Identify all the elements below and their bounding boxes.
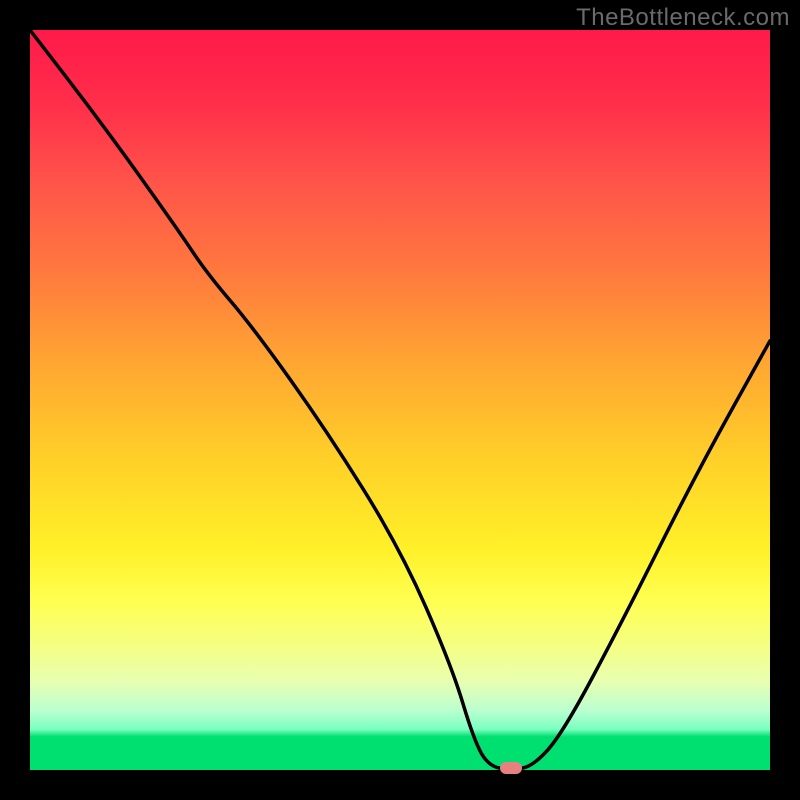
- curve-svg: [30, 30, 770, 770]
- bottleneck-curve-path: [30, 30, 770, 769]
- plot-area: [30, 30, 770, 770]
- optimal-marker: [500, 762, 522, 774]
- watermark-text: TheBottleneck.com: [576, 4, 790, 32]
- chart-frame: TheBottleneck.com: [0, 0, 800, 800]
